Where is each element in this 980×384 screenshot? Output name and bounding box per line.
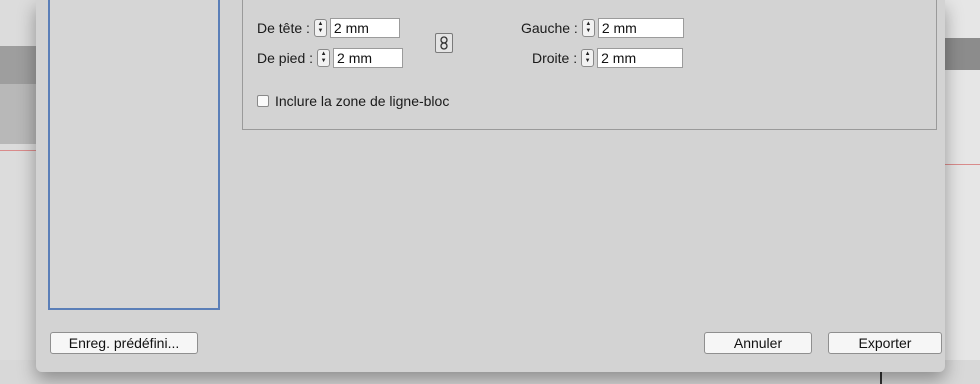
cancel-button[interactable]: Annuler [704, 332, 812, 354]
stepper-down-icon[interactable]: ▼ [321, 58, 327, 65]
chain-link-icon [440, 36, 448, 50]
margin-top-input[interactable] [329, 18, 400, 38]
stepper-up-icon[interactable]: ▲ [585, 51, 591, 58]
margin-bottom-field: De pied : ▲ ▼ [257, 47, 404, 69]
margin-left-field: Gauche : ▲ ▼ [521, 17, 684, 39]
margin-bottom-input[interactable] [333, 48, 404, 68]
margin-bottom-stepper[interactable]: ▲ ▼ [317, 49, 331, 67]
margin-left-input[interactable] [597, 18, 684, 38]
margin-right-input[interactable] [597, 48, 684, 68]
margin-left-stepper[interactable]: ▲ ▼ [581, 19, 595, 37]
background-toolbar-strip [0, 46, 36, 84]
margin-top-field: De tête : ▲ ▼ [257, 17, 400, 39]
margins-options-panel: De tête : ▲ ▼ De pied : ▲ ▼ Gauche : [242, 0, 937, 130]
stepper-down-icon[interactable]: ▼ [317, 28, 323, 35]
margin-top-stepper[interactable]: ▲ ▼ [313, 19, 327, 37]
save-preset-button[interactable]: Enreg. prédéfini... [50, 332, 198, 354]
margin-top-label: De tête : [257, 20, 310, 36]
background-guide-line [0, 150, 36, 151]
margin-right-label: Droite : [532, 50, 578, 66]
export-dialog: De tête : ▲ ▼ De pied : ▲ ▼ Gauche : [36, 0, 945, 372]
preset-list[interactable] [48, 0, 220, 310]
export-button[interactable]: Exporter [828, 332, 942, 354]
stepper-down-icon[interactable]: ▼ [585, 58, 591, 65]
background-guide-line-right [945, 164, 980, 165]
background-toolbar-strip-right [945, 38, 980, 70]
stepper-down-icon[interactable]: ▼ [585, 28, 591, 35]
margin-bottom-label: De pied : [257, 50, 314, 66]
margin-right-field: Droite : ▲ ▼ [532, 47, 684, 69]
include-block-line-zone-checkbox[interactable] [257, 95, 269, 107]
include-block-line-zone-option[interactable]: Inclure la zone de ligne-bloc [257, 93, 449, 109]
include-block-line-zone-label: Inclure la zone de ligne-bloc [275, 93, 450, 109]
link-margins-button[interactable] [435, 33, 453, 53]
stepper-up-icon[interactable]: ▲ [585, 21, 591, 28]
margin-left-label: Gauche : [521, 20, 578, 36]
stepper-up-icon[interactable]: ▲ [321, 51, 327, 58]
background-panel-strip [0, 84, 36, 144]
margin-right-stepper[interactable]: ▲ ▼ [581, 49, 595, 67]
stepper-up-icon[interactable]: ▲ [317, 21, 323, 28]
